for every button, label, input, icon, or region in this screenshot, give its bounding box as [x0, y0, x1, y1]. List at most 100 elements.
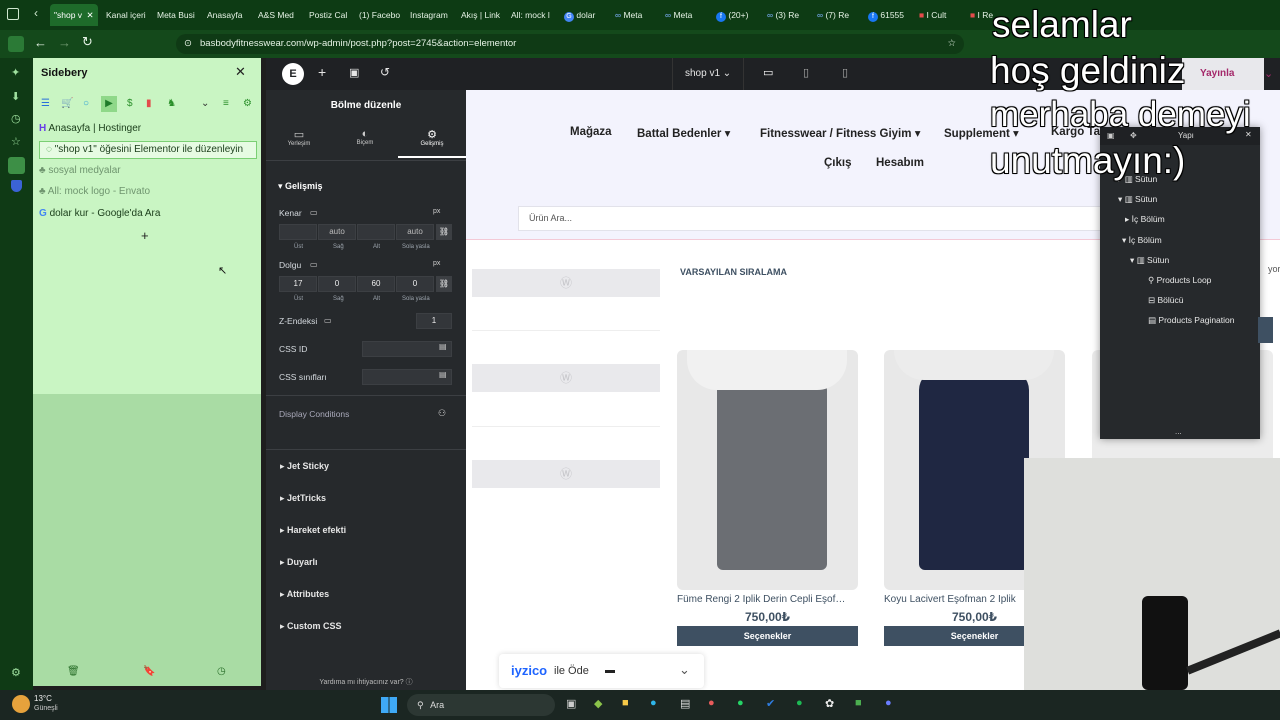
section-advanced[interactable]: ▾ Gelişmiş [278, 181, 323, 192]
padding-top-input[interactable]: 17 [279, 276, 317, 292]
add-element-icon[interactable]: + [318, 64, 326, 80]
elementor-logo-icon[interactable]: E [282, 63, 304, 85]
todo-icon[interactable]: ✔ [766, 697, 775, 710]
close-icon[interactable]: ✕ [235, 64, 246, 80]
tree-item-products-pagination[interactable]: ▤ Products Pagination [1148, 315, 1234, 326]
settings-gear-icon[interactable]: ⚙ [11, 666, 21, 679]
chevron-left-icon[interactable]: ‹ [34, 6, 38, 20]
taskbar-search[interactable]: ⚲ Ara [407, 694, 555, 716]
product-options-button[interactable]: Seçenekler [677, 626, 858, 646]
sidebery-item-1[interactable]: ◌ "shop v1" öğesini Elementor ile düzenl… [39, 141, 257, 159]
margin-top-input[interactable] [279, 224, 317, 240]
tab-6[interactable]: (1) Facebo [355, 4, 401, 26]
template-selector[interactable]: shop v1 ⌄ [672, 58, 744, 90]
document-settings-icon[interactable]: ▣ [349, 66, 359, 79]
tab-3[interactable]: Anasayfa [203, 4, 249, 26]
structure-resize-handle[interactable]: ... [1175, 427, 1182, 436]
tab-7[interactable]: Instagram [406, 4, 452, 26]
link-icon[interactable]: ⛓ [436, 276, 452, 292]
list-icon[interactable]: ≡ [223, 98, 229, 109]
nav-store[interactable]: Mağaza [570, 126, 612, 138]
chatgpt-icon[interactable]: ✿ [825, 697, 834, 710]
margin-left-input[interactable]: auto [396, 224, 434, 240]
history-icon[interactable]: ◷ [217, 666, 226, 677]
tab-4[interactable]: A&S Med [254, 4, 300, 26]
url-field[interactable]: ⊙ basbodyfitnesswear.com/wp-admin/post.p… [176, 34, 964, 54]
accordion-jet-sticky[interactable]: ▸ Jet Sticky [280, 461, 329, 472]
sidebery-item-0[interactable]: H Anasayfa | Hostinger [39, 123, 255, 139]
settings-gear-icon[interactable]: ⚙ [243, 98, 252, 109]
tab-13[interactable]: f (20+) [712, 4, 758, 26]
sitemap-icon[interactable]: ⚇ [438, 408, 446, 419]
tab-11[interactable]: ∞ Meta [611, 4, 657, 26]
shield-icon[interactable] [11, 180, 22, 192]
tab-9[interactable]: All: mock l [507, 4, 553, 26]
edge-icon[interactable]: ● [650, 697, 657, 709]
sparkle-icon[interactable]: ✦ [11, 66, 20, 79]
sidebery-item-2[interactable]: ♣ sosyal medyalar [39, 165, 255, 181]
tab-overview-icon[interactable] [7, 8, 19, 20]
padding-right-input[interactable]: 0 [318, 276, 356, 292]
play-icon[interactable]: ▶ [101, 96, 117, 112]
tab-style[interactable]: ◐ Biçem [332, 128, 398, 146]
link-icon[interactable]: ⛓ [436, 224, 452, 240]
device-icon[interactable]: ▭ [324, 316, 332, 325]
cart-icon[interactable]: 🛒 [61, 98, 73, 109]
reload-icon[interactable]: ↻ [82, 34, 93, 50]
zindex-input[interactable]: 1 [416, 313, 452, 329]
weather-icon[interactable] [12, 695, 30, 713]
tree-item-column[interactable]: ▾ ▥ Sütun [1130, 255, 1169, 266]
accordion-attributes[interactable]: ▸ Attributes [280, 589, 329, 600]
history-icon[interactable]: ↺ [380, 65, 390, 79]
dollar-icon[interactable]: $ [127, 98, 133, 109]
tab-0[interactable]: "shop v ✕ [50, 4, 98, 26]
circle-icon[interactable]: ○ [83, 98, 89, 109]
app-icon[interactable]: ◆ [594, 697, 602, 710]
sidebar-toggle-icon[interactable] [8, 36, 24, 52]
tab-8[interactable]: Akış | Link [457, 4, 503, 26]
padding-bottom-input[interactable]: 60 [357, 276, 395, 292]
product-title[interactable]: Füme Rengi 2 İplik Derin Cepli Eşof… [677, 594, 858, 605]
new-tab-button[interactable]: + [141, 228, 149, 243]
downloads-icon[interactable]: ⬇ [11, 90, 20, 103]
accordion-motion-effects[interactable]: ▸ Hareket efekti [280, 525, 346, 536]
windows-start-icon[interactable] [381, 697, 397, 713]
iyzico-bar[interactable]: iyzico ile Öde ▬ ⌄ [499, 654, 704, 688]
store-icon[interactable]: ▤ [680, 697, 690, 710]
publish-button[interactable]: Yayınla [1182, 58, 1264, 90]
nav-battal[interactable]: Battal Bedenler ▾ [637, 126, 730, 140]
database-icon[interactable]: ▤ [439, 370, 447, 379]
padding-unit[interactable]: px [433, 260, 440, 267]
tab-1[interactable]: Kanal içeri [102, 4, 148, 26]
tab-2[interactable]: Meta Busi [153, 4, 199, 26]
blue-edge-button[interactable] [1258, 317, 1273, 343]
tab-10[interactable]: G dolar [560, 4, 606, 26]
bookmark-star-icon[interactable]: ☆ [947, 34, 956, 54]
tree-item-inner-section[interactable]: ▸ İç Bölüm [1125, 214, 1165, 225]
tab-layout[interactable]: ▭ Yerleşim [266, 128, 332, 147]
mobile-icon[interactable]: ▯ [842, 66, 848, 79]
search-input[interactable]: Ürün Ara... [518, 206, 1108, 231]
accordion-jettricks[interactable]: ▸ JetTricks [280, 493, 326, 504]
tree-item-products-loop[interactable]: ⚲ Products Loop [1148, 275, 1211, 286]
tablet-icon[interactable]: ▯ [803, 66, 809, 79]
help-link[interactable]: Yardıma mı ihtiyacınız var? ⓘ [266, 677, 466, 687]
database-icon[interactable]: ▤ [439, 342, 447, 351]
tree-item-column[interactable]: ▾ ▥ Sütun [1118, 194, 1157, 205]
task-view-icon[interactable]: ▣ [566, 697, 576, 710]
margin-bottom-input[interactable] [357, 224, 395, 240]
tab-17[interactable]: ■ I Cult [915, 4, 961, 26]
device-icon[interactable]: ▭ [310, 260, 318, 269]
chevron-down-icon[interactable]: ⌄ [679, 662, 690, 678]
tag-icon[interactable]: ▮ [146, 98, 152, 109]
sort-label[interactable]: VARSAYILAN SIRALAMA [680, 267, 787, 277]
sidebery-item-4[interactable]: G dolar kur - Google'da Ara [39, 208, 255, 224]
tab-5[interactable]: Postiz Cal [305, 4, 351, 26]
tree-item-inner-section[interactable]: ▾ İç Bölüm [1122, 235, 1162, 246]
padding-left-input[interactable]: 0 [396, 276, 434, 292]
chevron-down-icon[interactable]: ⌄ [201, 98, 209, 109]
forward-arrow-icon[interactable]: → [58, 35, 71, 50]
tab-15[interactable]: ∞ (7) Re [813, 4, 859, 26]
margin-unit[interactable]: px [433, 208, 440, 215]
nav-logout[interactable]: Çıkış [824, 157, 852, 169]
